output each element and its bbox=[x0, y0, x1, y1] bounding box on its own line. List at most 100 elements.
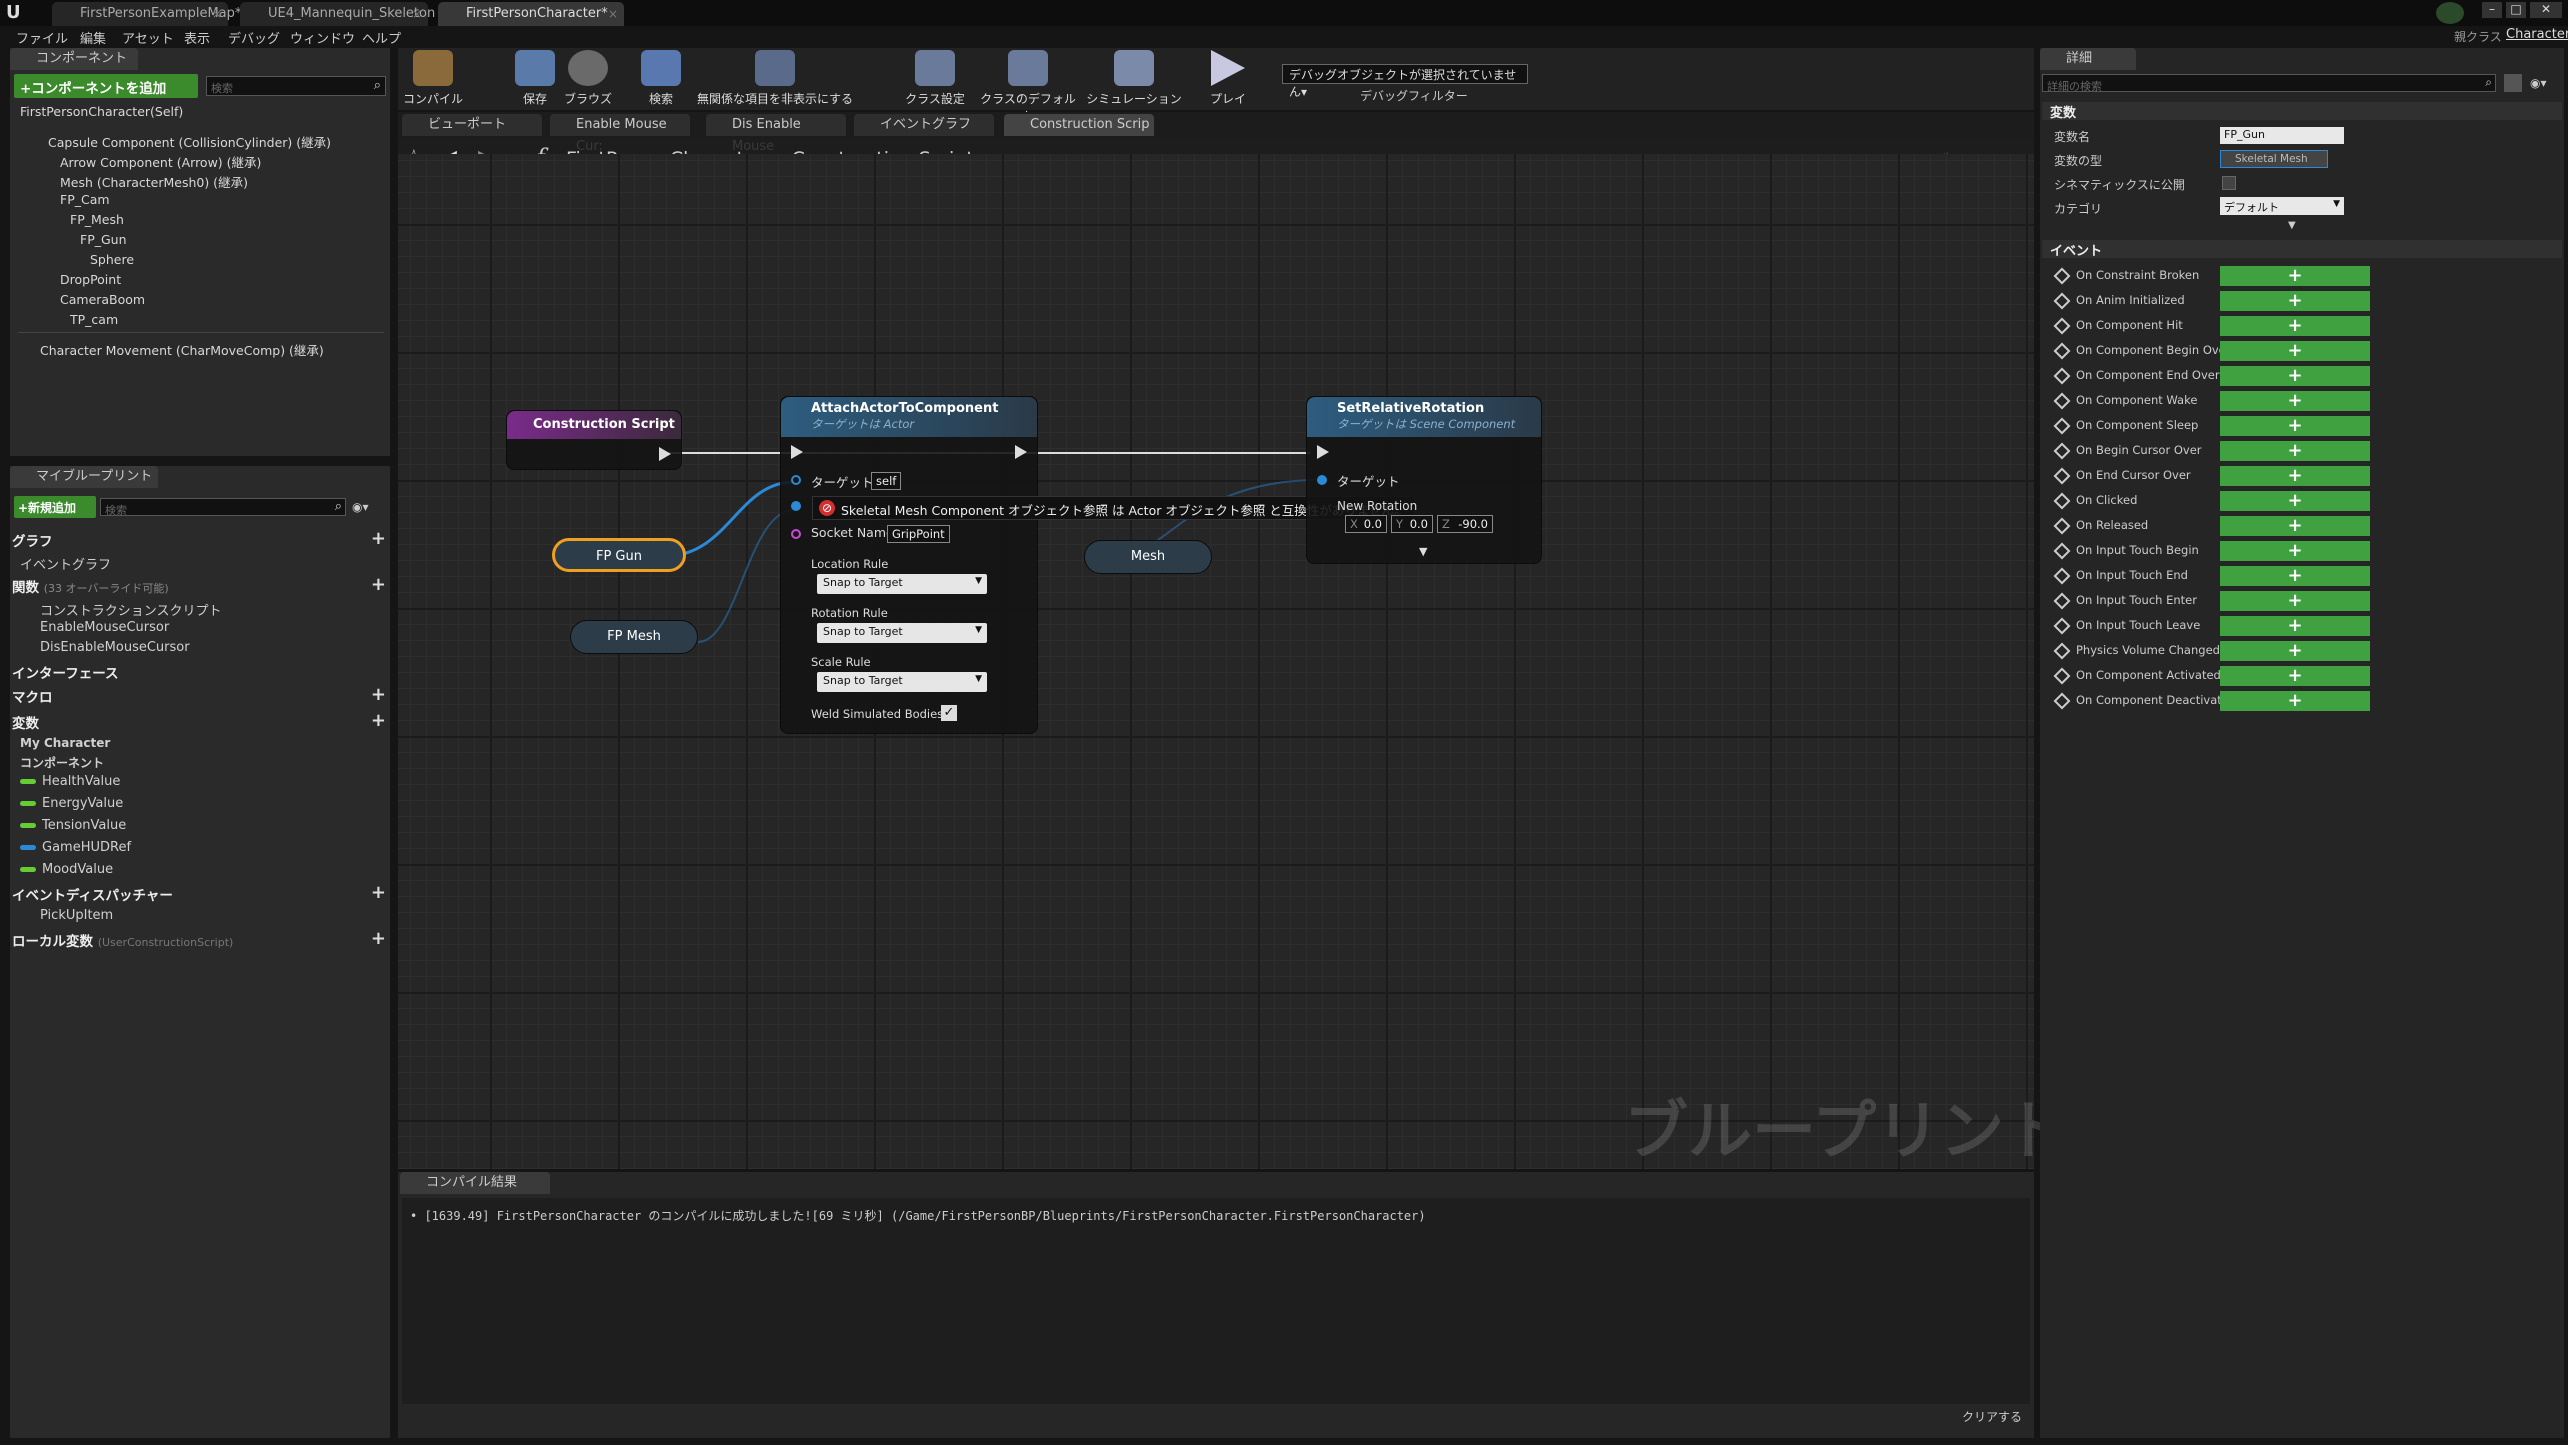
components-search-input[interactable]: 検索 ⌕ bbox=[206, 76, 386, 96]
doc-tab-skeleton[interactable]: UE4_Mannequin_Skeleton × bbox=[240, 2, 435, 26]
tree-root[interactable]: FirstPersonCharacter(Self) bbox=[20, 104, 183, 119]
tree-item-character-movement[interactable]: Character Movement (CharMoveComp) (継承) bbox=[40, 340, 324, 359]
add-event-button[interactable]: + bbox=[2220, 366, 2370, 386]
menu-view[interactable]: 表示 bbox=[184, 28, 210, 47]
find-button[interactable]: 検索 bbox=[636, 50, 686, 110]
tab-enable-mouse[interactable]: Enable Mouse Cur: bbox=[550, 114, 690, 154]
scale-rule-select[interactable]: Snap to Target bbox=[817, 672, 987, 692]
rotation-x-field[interactable]: X 0.0 bbox=[1345, 515, 1387, 533]
save-button[interactable]: 保存 bbox=[510, 50, 560, 110]
details-tab[interactable]: 詳細 bbox=[2040, 48, 2136, 70]
item-function-disenable-mouse[interactable]: DisEnableMouseCursor bbox=[40, 640, 190, 655]
variable-health[interactable]: HealthValue bbox=[20, 774, 120, 789]
target-pin[interactable] bbox=[1317, 475, 1327, 485]
class-settings-button[interactable]: クラス設定 bbox=[900, 50, 970, 110]
exec-out-pin[interactable] bbox=[659, 447, 671, 461]
debug-object-select[interactable]: デバッグオブジェクトが選択されていません▾ bbox=[1282, 64, 1528, 99]
add-event-button[interactable]: + bbox=[2220, 541, 2370, 561]
my-blueprint-search-input[interactable]: 検索 ⌕ bbox=[100, 498, 346, 517]
tree-item-arrow[interactable]: Arrow Component (Arrow) (継承) bbox=[60, 152, 261, 171]
add-event-button[interactable]: + bbox=[2220, 316, 2370, 336]
expand-chevron-icon[interactable]: ▼ bbox=[1419, 545, 1427, 558]
tree-item-fp-mesh[interactable]: FP_Mesh bbox=[70, 212, 124, 227]
details-search-input[interactable]: 詳細の検索 ⌕ bbox=[2042, 74, 2496, 93]
close-icon[interactable]: × bbox=[212, 2, 222, 26]
add-event-button[interactable]: + bbox=[2220, 266, 2370, 286]
hide-unrelated-button[interactable]: 無関係な項目を非表示にする bbox=[690, 50, 860, 110]
tab-viewport[interactable]: ビューポート bbox=[402, 114, 542, 136]
tree-item-tp-cam[interactable]: TP_cam bbox=[70, 312, 118, 327]
menu-asset[interactable]: アセット bbox=[122, 28, 174, 47]
maximize-button[interactable]: □ bbox=[2506, 2, 2526, 18]
tab-disenable-mouse[interactable]: Dis Enable Mouse bbox=[706, 114, 846, 154]
section-variables[interactable]: 変数 + bbox=[12, 712, 390, 734]
add-event-button[interactable]: + bbox=[2220, 516, 2370, 536]
rotation-y-field[interactable]: Y 0.0 bbox=[1391, 515, 1433, 533]
close-icon[interactable]: × bbox=[608, 2, 618, 26]
tab-event-graph[interactable]: イベントグラフ bbox=[854, 114, 994, 136]
rotation-z-field[interactable]: Z -90.0 bbox=[1437, 515, 1493, 533]
add-event-button[interactable]: + bbox=[2220, 341, 2370, 361]
var-name-field[interactable]: FP_Gun bbox=[2220, 127, 2344, 144]
parent-pin[interactable] bbox=[791, 501, 801, 511]
compiler-results-tab[interactable]: コンパイル結果 bbox=[400, 1172, 550, 1194]
add-variable-icon[interactable]: + bbox=[371, 712, 386, 730]
exec-in-pin[interactable] bbox=[1317, 445, 1329, 459]
attach-actor-node[interactable]: AttachActorToComponent ターゲットは Actor ターゲッ… bbox=[780, 396, 1038, 734]
doc-tab-character[interactable]: FirstPersonCharacter* × bbox=[438, 2, 624, 26]
variable-energy[interactable]: EnergyValue bbox=[20, 796, 123, 811]
menu-edit[interactable]: 編集 bbox=[80, 28, 106, 47]
simulation-button[interactable]: シミュレーション bbox=[1086, 50, 1182, 110]
add-component-button[interactable]: +コンポーネントを追加 bbox=[14, 74, 198, 98]
close-window-button[interactable]: ✕ bbox=[2530, 2, 2562, 18]
rotation-rule-select[interactable]: Snap to Target bbox=[817, 623, 987, 643]
add-macro-icon[interactable]: + bbox=[371, 686, 386, 704]
cinematic-checkbox[interactable] bbox=[2222, 176, 2236, 190]
section-events[interactable]: イベント bbox=[2042, 240, 2562, 259]
property-matrix-icon[interactable] bbox=[2504, 74, 2522, 92]
tree-item-fp-gun[interactable]: FP_Gun bbox=[80, 232, 127, 247]
menu-window[interactable]: ウィンドウ bbox=[290, 28, 355, 47]
add-event-button[interactable]: + bbox=[2220, 641, 2370, 661]
browse-button[interactable]: ブラウズ bbox=[560, 50, 616, 110]
add-event-button[interactable]: + bbox=[2220, 566, 2370, 586]
add-event-button[interactable]: + bbox=[2220, 291, 2370, 311]
tree-item-sphere[interactable]: Sphere bbox=[90, 252, 134, 267]
menu-debug[interactable]: デバッグ bbox=[228, 28, 280, 47]
compile-button[interactable]: コンパイル bbox=[398, 50, 468, 110]
add-graph-icon[interactable]: + bbox=[371, 530, 386, 548]
section-macros[interactable]: マクロ + bbox=[12, 686, 390, 708]
weld-checkbox[interactable]: ✓ bbox=[941, 705, 957, 721]
fp-gun-getter-node[interactable]: FP Gun bbox=[552, 538, 686, 572]
item-function-enable-mouse[interactable]: EnableMouseCursor bbox=[40, 620, 169, 635]
tree-item-mesh[interactable]: Mesh (CharacterMesh0) (継承) bbox=[60, 172, 248, 191]
view-options-icon[interactable]: ◉▾ bbox=[2530, 76, 2547, 90]
clear-button[interactable]: クリアする bbox=[1962, 1408, 2022, 1425]
fp-mesh-getter-node[interactable]: FP Mesh bbox=[570, 620, 698, 654]
socket-pin[interactable] bbox=[791, 529, 801, 539]
doc-tab-map[interactable]: FirstPersonExampleMap* × bbox=[52, 2, 241, 26]
category-select[interactable]: デフォルト ▼ bbox=[2220, 197, 2344, 215]
variable-mood[interactable]: MoodValue bbox=[20, 862, 113, 877]
target-pin[interactable] bbox=[791, 475, 801, 485]
class-defaults-button[interactable]: クラスのデフォルト bbox=[976, 50, 1080, 123]
view-options-icon[interactable]: ◉▾ bbox=[352, 500, 382, 514]
tree-item-fp-cam[interactable]: FP_Cam bbox=[60, 192, 110, 207]
tree-item-capsule[interactable]: Capsule Component (CollisionCylinder) (継… bbox=[48, 132, 331, 151]
parent-class-link[interactable]: Character bbox=[2506, 27, 2568, 42]
my-blueprint-tab[interactable]: マイブループリント bbox=[10, 466, 158, 488]
close-icon[interactable]: × bbox=[412, 2, 422, 26]
components-tab[interactable]: コンポーネント bbox=[10, 48, 138, 70]
variable-gamehudref[interactable]: GameHUDRef bbox=[20, 840, 131, 855]
minimize-button[interactable]: – bbox=[2482, 2, 2502, 18]
exec-out-pin[interactable] bbox=[1015, 445, 1027, 459]
section-functions[interactable]: 関数 (33 オーバーライド可能) + bbox=[12, 576, 390, 598]
add-new-button[interactable]: +新規追加 bbox=[14, 496, 96, 518]
mesh-getter-node[interactable]: Mesh bbox=[1084, 540, 1212, 574]
source-control-icon[interactable] bbox=[2430, 0, 2470, 26]
add-event-button[interactable]: + bbox=[2220, 466, 2370, 486]
section-interfaces[interactable]: インターフェース bbox=[12, 662, 390, 684]
add-event-button[interactable]: + bbox=[2220, 441, 2370, 461]
tree-item-droppoint[interactable]: DropPoint bbox=[60, 272, 121, 287]
exec-out-pin[interactable] bbox=[1519, 445, 1531, 459]
